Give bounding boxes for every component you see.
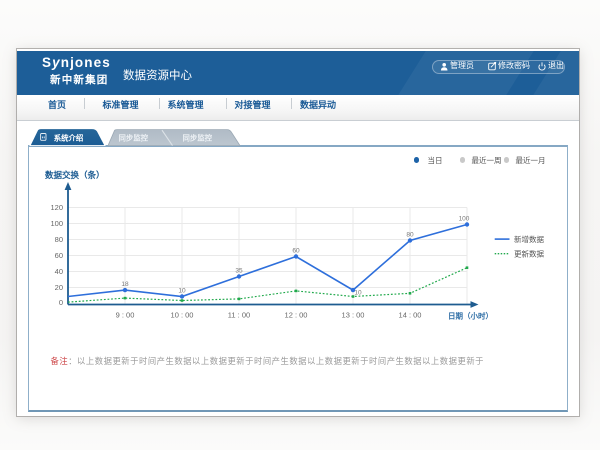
- svg-text:0: 0: [59, 298, 63, 307]
- svg-text:同步监控: 同步监控: [183, 133, 213, 142]
- svg-text:13 : 00: 13 : 00: [342, 311, 365, 320]
- svg-text:60: 60: [292, 248, 300, 255]
- svg-text:同步监控: 同步监控: [119, 133, 149, 142]
- svg-text:10: 10: [354, 290, 362, 297]
- svg-text:18: 18: [121, 281, 129, 288]
- svg-text:14 : 00: 14 : 00: [399, 311, 422, 320]
- svg-text:20: 20: [55, 283, 63, 292]
- svg-text:12 : 00: 12 : 00: [285, 311, 308, 320]
- svg-text:120: 120: [50, 203, 63, 212]
- svg-text:80: 80: [55, 235, 63, 244]
- svg-text:10 : 00: 10 : 00: [171, 311, 194, 320]
- svg-text:35: 35: [235, 268, 243, 275]
- svg-text:更新数据: 更新数据: [514, 248, 544, 258]
- svg-text:100: 100: [50, 219, 63, 228]
- svg-text:9 : 00: 9 : 00: [116, 311, 135, 320]
- svg-text:日期（小时）: 日期（小时）: [448, 311, 493, 321]
- svg-text:11 : 00: 11 : 00: [228, 311, 250, 320]
- svg-text:80: 80: [406, 232, 414, 239]
- svg-text:40: 40: [55, 267, 63, 276]
- svg-text:60: 60: [55, 251, 63, 260]
- svg-text:100: 100: [459, 216, 470, 223]
- svg-text:系统介绍: 系统介绍: [54, 133, 84, 142]
- svg-text:10: 10: [178, 288, 186, 295]
- svg-text:新增数据: 新增数据: [514, 234, 544, 244]
